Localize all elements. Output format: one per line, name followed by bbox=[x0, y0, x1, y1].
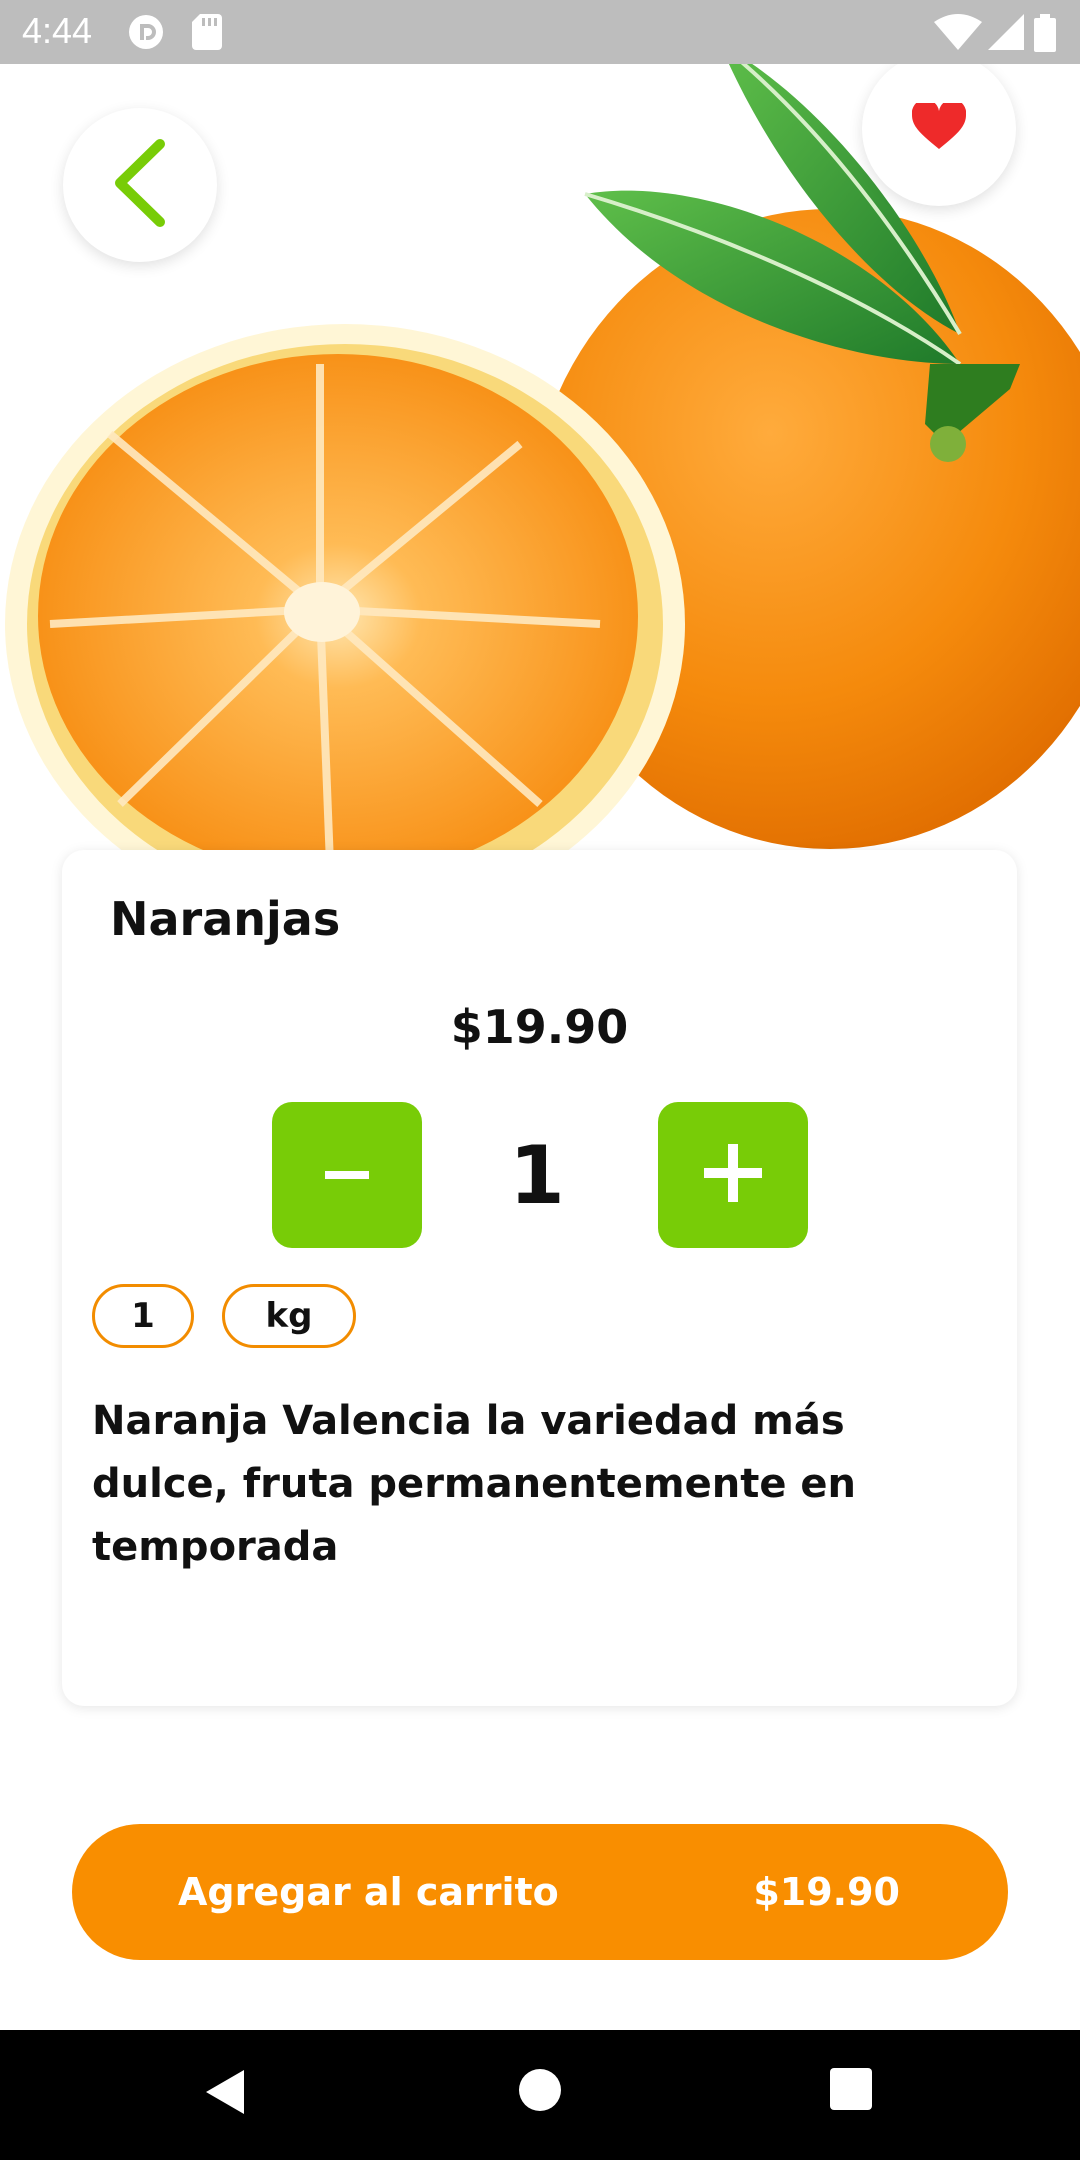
product-name: Naranjas bbox=[110, 892, 341, 946]
pocket-casts-icon bbox=[128, 14, 164, 54]
add-to-cart-price: $19.90 bbox=[753, 1870, 900, 1914]
system-nav-bar bbox=[0, 2030, 1080, 2160]
wifi-icon bbox=[934, 14, 982, 54]
favorite-button[interactable] bbox=[862, 52, 1016, 206]
battery-icon bbox=[1034, 14, 1056, 56]
quantity-value: 1 bbox=[509, 1128, 565, 1222]
product-description: Naranja Valencia la variedad más dulce, … bbox=[92, 1398, 856, 1570]
back-triangle-icon[interactable] bbox=[204, 2068, 246, 2120]
cell-signal-icon bbox=[988, 14, 1024, 54]
minus-icon bbox=[325, 1166, 369, 1185]
chevron-left-icon bbox=[110, 138, 170, 232]
add-to-cart-label: Agregar al carrito bbox=[178, 1870, 559, 1914]
home-circle-icon[interactable] bbox=[518, 2068, 562, 2116]
back-button[interactable] bbox=[63, 108, 217, 262]
plus-icon bbox=[704, 1144, 762, 1206]
status-time: 4:44 bbox=[22, 10, 93, 51]
add-to-cart-button[interactable]: Agregar al carrito $19.90 bbox=[72, 1824, 1008, 1960]
unit-amount-chip: 1 bbox=[92, 1284, 194, 1348]
decrease-quantity-button[interactable] bbox=[272, 1102, 422, 1248]
sd-card-icon bbox=[192, 14, 222, 54]
unit-chip: kg bbox=[222, 1284, 356, 1348]
product-card: Naranjas $19.90 1 1 kg Naranja Valencia … bbox=[62, 850, 1017, 1706]
heart-icon bbox=[911, 99, 967, 155]
status-bar: 4:44 bbox=[0, 0, 1080, 64]
product-price: $19.90 bbox=[450, 1000, 629, 1054]
recents-square-icon[interactable] bbox=[830, 2068, 872, 2114]
increase-quantity-button[interactable] bbox=[658, 1102, 808, 1248]
